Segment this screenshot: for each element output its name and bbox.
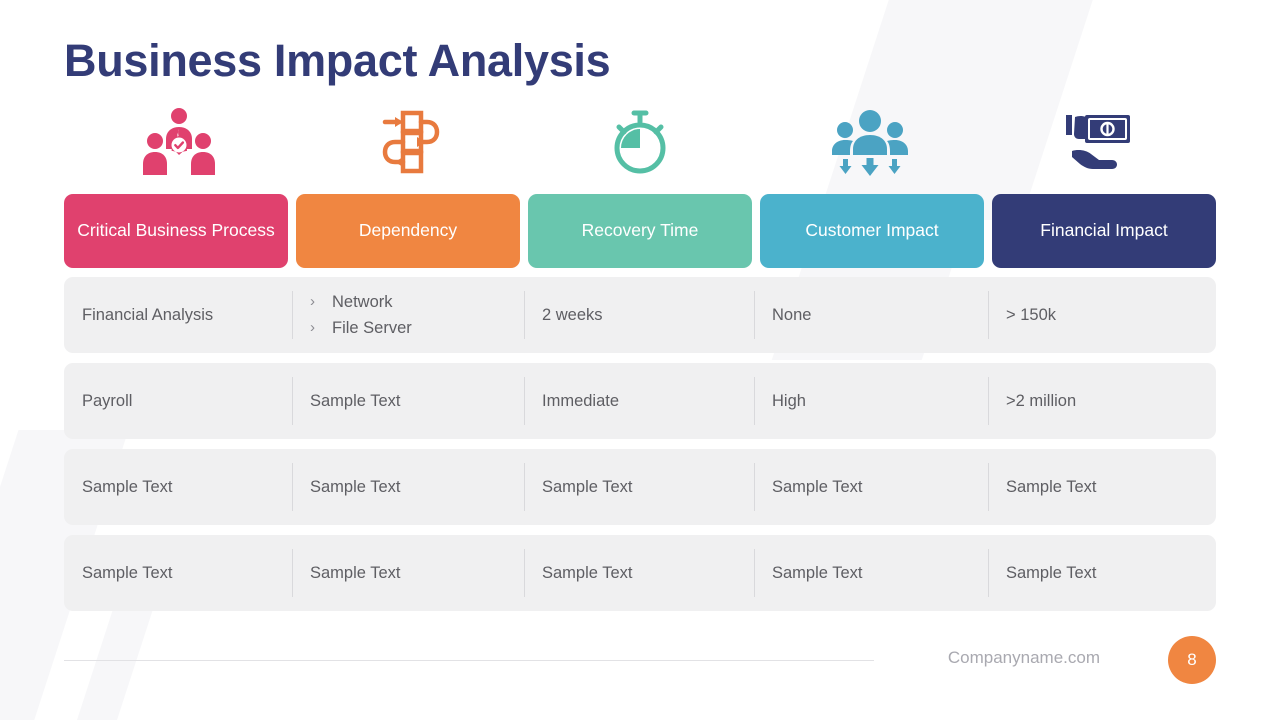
table-cell-recovery-time: Sample Text (524, 535, 754, 611)
money-exchange-icon (1065, 109, 1136, 175)
slide: Business Impact Analysis Critical Busine… (0, 0, 1280, 720)
table-cell-process: Financial Analysis (82, 305, 214, 324)
table-cell-dependency: Sample Text (292, 363, 524, 439)
column-header-label: Critical Business Process (77, 220, 275, 241)
table-cell-financial-impact: >2 million (988, 363, 1216, 439)
icon-row (64, 100, 1216, 184)
icon-cell-financial-impact (986, 100, 1216, 184)
page-number-badge: 8 (1168, 636, 1216, 684)
table-cell-customer-impact: Sample Text (754, 535, 988, 611)
chevron-right-icon: › (310, 318, 315, 336)
column-header-financial-impact[interactable]: Financial Impact (992, 194, 1216, 268)
dependency-list: › Network › File Server (310, 291, 412, 339)
column-header-recovery-time[interactable]: Recovery Time (528, 194, 752, 268)
table-cell-financial-impact: Sample Text (988, 535, 1216, 611)
workflow-icon (373, 109, 447, 175)
column-header-critical-business-process[interactable]: Critical Business Process (64, 194, 288, 268)
table-row[interactable]: Sample Text Sample Text Sample Text Samp… (64, 449, 1216, 525)
column-header-label: Dependency (358, 220, 458, 241)
table-cell-process: Payroll (82, 391, 133, 410)
table-row[interactable]: Sample Text Sample Text Sample Text Samp… (64, 535, 1216, 611)
column-header-label: Financial Impact (1040, 220, 1168, 241)
chevron-right-icon: › (310, 293, 315, 311)
footer-divider (64, 660, 874, 661)
table-cell-dependency: Sample Text (292, 449, 524, 525)
stopwatch-icon (607, 107, 673, 177)
column-header-label: Recovery Time (581, 220, 699, 241)
list-item-label: File Server (332, 318, 412, 337)
table-cell-financial-impact: > 150k (988, 277, 1216, 353)
customer-group-icon (832, 108, 909, 176)
table-cell-customer-impact: None (754, 277, 988, 353)
list-item: › Network (310, 291, 412, 313)
table-cell-dependency: Sample Text (292, 535, 524, 611)
icon-cell-critical-business-process (64, 100, 294, 184)
icon-cell-dependency (294, 100, 524, 184)
table-cell-recovery-time: 2 weeks (524, 277, 754, 353)
team-process-icon (143, 107, 216, 177)
table-cell-dependency: › Network › File Server (292, 277, 524, 353)
page-title: Business Impact Analysis (64, 35, 611, 86)
table-row[interactable]: Financial Analysis › Network › File Serv… (64, 277, 1216, 353)
table-cell-customer-impact: High (754, 363, 988, 439)
footer-company-name: Companyname.com (947, 648, 1100, 667)
table-header-row: Critical Business Process Dependency Rec… (64, 194, 1216, 268)
table-cell-process: Sample Text (82, 477, 173, 496)
column-header-label: Customer Impact (805, 220, 939, 241)
table-cell-recovery-time: Immediate (524, 363, 754, 439)
table-cell-customer-impact: Sample Text (754, 449, 988, 525)
list-item: › File Server (310, 317, 412, 339)
list-item-label: Network (332, 293, 393, 312)
table-row[interactable]: Payroll Sample Text Immediate High >2 mi… (64, 363, 1216, 439)
icon-cell-customer-impact (755, 100, 985, 184)
table-cell-financial-impact: Sample Text (988, 449, 1216, 525)
icon-cell-recovery-time (525, 100, 755, 184)
column-header-dependency[interactable]: Dependency (296, 194, 520, 268)
column-header-customer-impact[interactable]: Customer Impact (760, 194, 984, 268)
table-cell-process: Sample Text (82, 563, 173, 582)
table-body: Financial Analysis › Network › File Serv… (64, 277, 1216, 621)
table-cell-recovery-time: Sample Text (524, 449, 754, 525)
